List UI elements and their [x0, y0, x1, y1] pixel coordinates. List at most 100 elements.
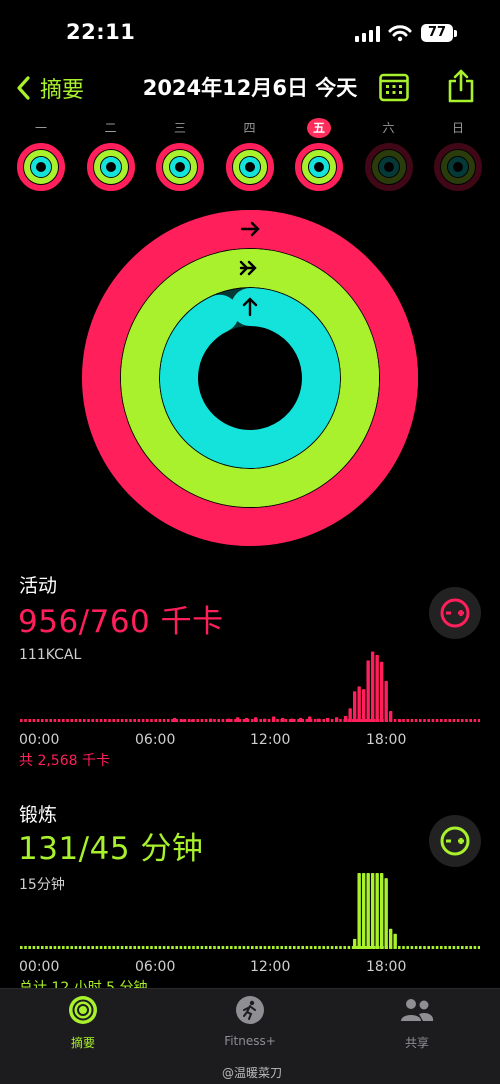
move-chart-baseline-dot [419, 719, 422, 722]
move-chart-baseline-dot [20, 719, 23, 722]
move-tick-3: 18:00 [366, 732, 407, 748]
move-chart-bar [181, 719, 186, 722]
move-chart-bar [370, 651, 375, 722]
move-chart-baseline-dot [24, 719, 27, 722]
stand-ring-progress [160, 288, 340, 468]
calendar-icon[interactable] [379, 72, 409, 102]
move-chart-baseline-dot [179, 719, 183, 722]
tab-fitness-plus[interactable]: Fitness+ [190, 995, 310, 1048]
week-day-ring[interactable] [364, 142, 414, 192]
move-chart-baseline-dot [456, 719, 460, 722]
move-chart-baseline-dot [393, 719, 397, 722]
exercise-chart-baseline-dot [188, 946, 191, 949]
exercise-chart-baseline-dot [339, 946, 342, 949]
exercise-tick-3: 18:00 [366, 959, 407, 975]
move-chart-bar [366, 660, 370, 722]
battery-indicator: 77 [421, 24, 453, 42]
tab-summary[interactable]: 摘要 [23, 995, 143, 1051]
move-chart-baseline-dot [431, 719, 435, 722]
move-chart-baseline-dot [410, 719, 414, 722]
move-chart-bar [190, 719, 195, 722]
exercise-chart-baseline-dot [448, 946, 451, 949]
exercise-chart-baseline-dot [49, 946, 52, 949]
exercise-goal-adjust-button[interactable] [429, 815, 481, 867]
exercise-chart-baseline-dot [20, 946, 23, 949]
exercise-chart-baseline-dot [221, 946, 225, 949]
tab-sharing-label: 共享 [404, 1036, 429, 1050]
move-chart-baseline-dot [414, 719, 418, 722]
move-chart-baseline-dot [284, 719, 288, 722]
move-chart-bar [226, 718, 231, 722]
week-day-ring[interactable] [433, 142, 483, 192]
exercise-chart-baseline-dot [83, 946, 86, 949]
move-chart-baseline-dot [339, 719, 342, 722]
move-chart-baseline-dot [116, 719, 120, 722]
exercise-chart-baseline-dot [335, 946, 338, 949]
exercise-chart-baseline-dot [477, 946, 480, 949]
move-chart-baseline-dot [461, 719, 464, 722]
exercise-chart-baseline-dot [305, 946, 309, 949]
exercise-chart-bar [370, 873, 375, 949]
exercise-chart-baseline-dot [452, 946, 456, 949]
exercise-chart-baseline-dot [246, 946, 250, 949]
move-chart-bar [348, 708, 352, 722]
week-day-label: 五 [307, 118, 331, 138]
move-chart-bar [334, 717, 339, 722]
move-chart-baseline-dot [221, 719, 225, 722]
week-day-ring[interactable] [155, 142, 205, 192]
watermark: @温暖菜刀 [222, 1066, 283, 1080]
exercise-chart-baseline-dot [74, 946, 78, 949]
move-chart-baseline-dot [314, 719, 317, 722]
exercise-chart-baseline-dot [318, 946, 321, 949]
move-goal-adjust-button[interactable] [429, 587, 481, 639]
exercise-chart-baseline-dot [104, 946, 107, 949]
exercise-chart-baseline-dot [45, 946, 48, 949]
move-chart-baseline-dot [452, 719, 456, 722]
move-chart-baseline-dot [66, 719, 69, 722]
exercise-chart-baseline-dot [251, 946, 254, 949]
exercise-chart-baseline-dot [57, 946, 61, 949]
move-chart-bar [388, 711, 393, 722]
week-day-ring[interactable] [86, 142, 136, 192]
share-icon[interactable] [446, 68, 476, 104]
tab-sharing[interactable]: 共享 [357, 995, 477, 1051]
move-chart-bar [384, 680, 388, 722]
week-day-ring[interactable] [16, 142, 66, 192]
week-day-label: 二 [104, 121, 117, 135]
exercise-chart-baseline-dot [53, 946, 57, 949]
move-tick-2: 12:00 [250, 732, 291, 748]
exercise-chart-baseline-dot [473, 946, 477, 949]
exercise-chart-baseline-dot [137, 946, 141, 949]
exercise-chart-baseline-dot [200, 946, 204, 949]
exercise-chart-bar [352, 938, 357, 949]
week-day-ring[interactable] [225, 142, 275, 192]
exercise-chart-baseline-dot [263, 946, 267, 949]
exercise-chart-bar [375, 873, 379, 949]
move-chart-baseline-dot [188, 719, 191, 722]
page-title: 2024年12月6日 今天 [142, 76, 358, 100]
back-button[interactable]: 摘要 [14, 70, 84, 106]
exercise-chart-baseline-dot [461, 946, 464, 949]
move-chart-bar [271, 716, 276, 722]
cellular-signal-icon [355, 26, 380, 42]
move-chart-baseline-dot [41, 719, 44, 722]
exercise-chart-baseline-dot [414, 946, 418, 949]
move-chart-bar [357, 686, 361, 722]
exercise-chart-baseline-dot [419, 946, 422, 949]
move-chart-baseline-dot [112, 719, 115, 722]
exercise-chart-bar [357, 873, 361, 949]
exercise-chart-baseline-dot [322, 946, 325, 949]
exercise-chart-baseline-dot [288, 946, 292, 949]
mini-stand-ring-full [170, 157, 190, 177]
move-chart-bar [208, 718, 213, 722]
week-day-ring[interactable] [294, 142, 344, 192]
move-chart-bar [352, 691, 357, 722]
exercise-tick-1: 06:00 [135, 959, 176, 975]
move-chart-baseline-dot [204, 719, 208, 722]
move-chart-bar [172, 717, 177, 722]
move-chart-baseline-dot [108, 719, 111, 722]
exercise-chart-baseline-dot [171, 946, 174, 949]
move-chart-baseline-dot [158, 719, 162, 722]
move-chart-baseline-dot [406, 719, 409, 722]
mini-stand-ring-track [448, 157, 468, 177]
